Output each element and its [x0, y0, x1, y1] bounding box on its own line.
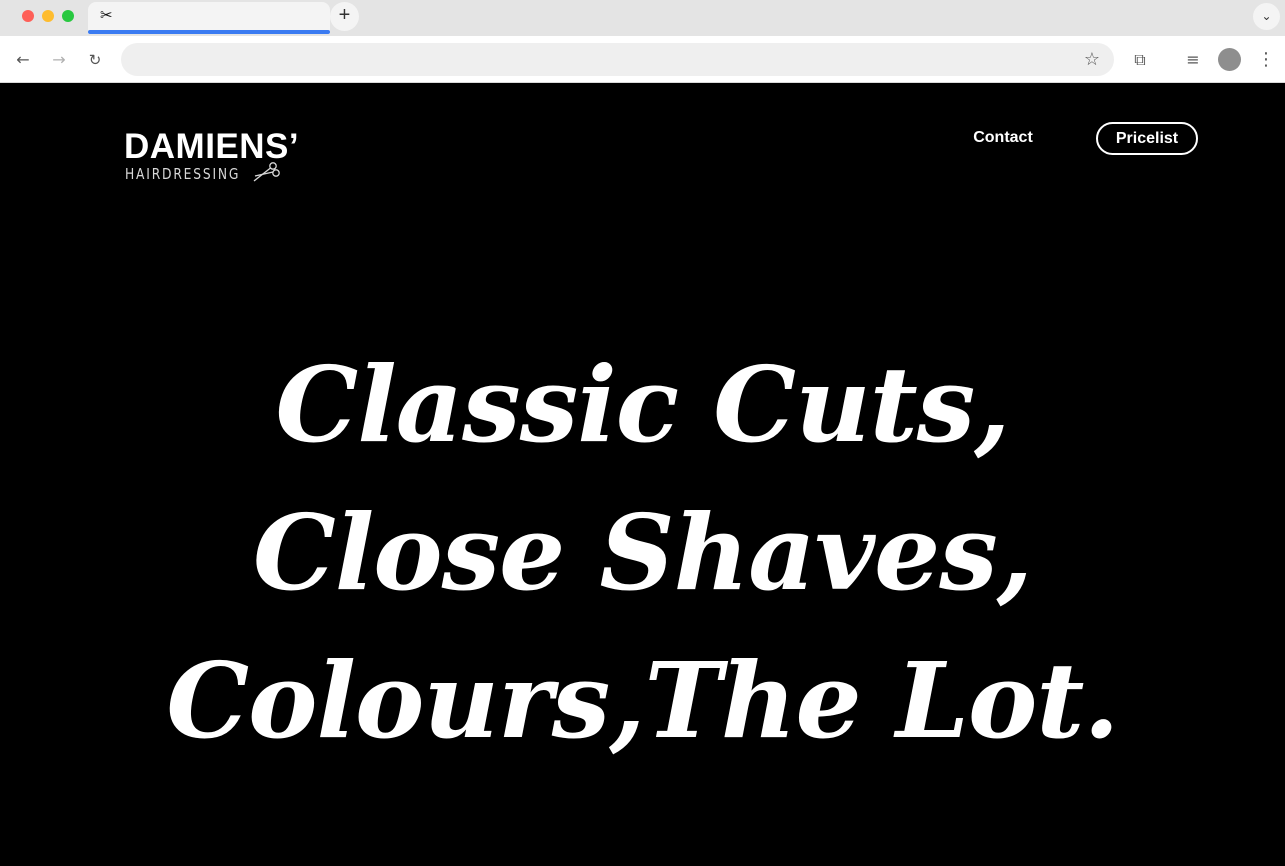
back-button[interactable]: ←	[12, 49, 34, 71]
address-bar[interactable]: ☆	[121, 43, 1114, 76]
hero-heading: Classic Cuts, Close Shaves, Colours,The …	[0, 331, 1285, 775]
maximize-window-button[interactable]	[62, 10, 74, 22]
nav-pricelist-button[interactable]: Pricelist	[1096, 122, 1198, 155]
media-controls-icon[interactable]: ≡	[1181, 48, 1205, 72]
close-window-button[interactable]	[22, 10, 34, 22]
logo-tagline: HAIRDRESSING	[125, 165, 241, 183]
nav-contact-link[interactable]: Contact	[966, 126, 1040, 150]
extensions-icon[interactable]: ⧉	[1128, 48, 1152, 72]
site-logo[interactable]: DAMIENS’ HAIRDRESSING	[124, 128, 324, 188]
page-content: DAMIENS’ HAIRDRESSING Contact Pricelist …	[0, 83, 1285, 866]
active-tab-indicator	[88, 30, 330, 34]
browser-chrome: ✂ + ⌄ ← → ↻ ☆ ⧉ ≡ ⋮	[0, 0, 1285, 83]
more-menu-icon[interactable]: ⋮	[1254, 48, 1278, 72]
bookmark-star-icon[interactable]: ☆	[1084, 49, 1100, 70]
reload-button[interactable]: ↻	[84, 49, 106, 71]
hero-line-1: Classic Cuts,	[275, 343, 1011, 466]
scissors-icon	[253, 162, 280, 182]
address-input[interactable]	[141, 43, 1061, 76]
tab-strip: ✂ + ⌄	[0, 0, 1285, 36]
browser-toolbar: ← → ↻ ☆ ⧉ ≡ ⋮	[0, 36, 1285, 83]
hero-line-2: Close Shaves,	[252, 491, 1033, 614]
minimize-window-button[interactable]	[42, 10, 54, 22]
hero-line-3: Colours,The Lot.	[166, 639, 1119, 762]
chevron-down-icon[interactable]: ⌄	[1253, 3, 1280, 30]
forward-button[interactable]: →	[48, 49, 70, 71]
scissors-icon: ✂	[100, 6, 113, 24]
new-tab-button[interactable]: +	[330, 2, 359, 31]
profile-avatar[interactable]	[1218, 48, 1241, 71]
